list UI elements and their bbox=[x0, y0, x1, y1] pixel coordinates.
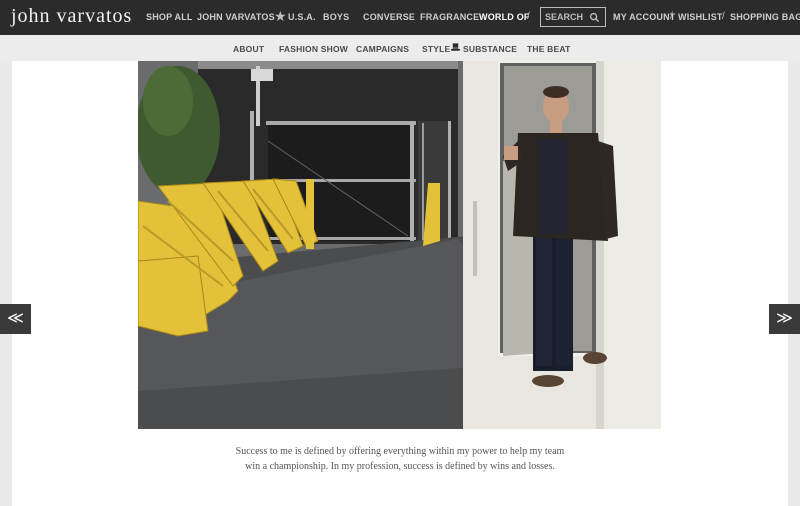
subnav-about[interactable]: ABOUT bbox=[233, 44, 264, 54]
search-icon[interactable] bbox=[589, 12, 600, 23]
search-box[interactable]: SEARCH bbox=[540, 7, 606, 27]
top-nav-bar: john varvatos SHOP ALL JOHN VARVATOS ★ U… bbox=[0, 0, 800, 35]
nav-boys[interactable]: BOYS bbox=[323, 12, 349, 22]
subnav-the-beat[interactable]: THE BEAT bbox=[527, 44, 570, 54]
sub-nav-bar: ABOUT FASHION SHOW CAMPAIGNS STYLE SUBST… bbox=[0, 35, 800, 61]
nav-converse[interactable]: CONVERSE bbox=[363, 12, 415, 22]
nav-separator: / bbox=[527, 11, 530, 22]
caption-line-2: win a championship. In my profession, su… bbox=[245, 461, 555, 472]
subnav-substance[interactable]: SUBSTANCE bbox=[463, 44, 517, 54]
nav-shop-all[interactable]: SHOP ALL bbox=[146, 12, 193, 22]
my-account-link[interactable]: MY ACCOUNT bbox=[613, 12, 676, 22]
nav-world-of[interactable]: WORLD OF bbox=[479, 12, 530, 22]
subnav-fashion-show[interactable]: FASHION SHOW bbox=[279, 44, 348, 54]
subnav-campaigns[interactable]: CAMPAIGNS bbox=[356, 44, 409, 54]
nav-separator: / bbox=[670, 11, 673, 22]
photo-caption: Success to me is defined by offering eve… bbox=[180, 444, 620, 474]
double-chevron-right-icon: ≫ bbox=[776, 310, 793, 327]
brand-logo[interactable]: john varvatos bbox=[11, 5, 132, 28]
nav-usa[interactable]: U.S.A. bbox=[288, 12, 316, 22]
shopping-bag-link[interactable]: SHOPPING BAG bbox=[730, 12, 800, 22]
campaign-photo bbox=[138, 61, 661, 429]
nav-fragrance[interactable]: FRAGRANCE bbox=[420, 12, 479, 22]
previous-slide-button[interactable]: ≪ bbox=[0, 304, 31, 334]
nav-john-varvatos[interactable]: JOHN VARVATOS bbox=[197, 12, 275, 22]
search-input[interactable]: SEARCH bbox=[545, 12, 583, 22]
double-chevron-left-icon: ≪ bbox=[7, 310, 24, 327]
wishlist-link[interactable]: WISHLIST bbox=[678, 12, 723, 22]
caption-line-1: Success to me is defined by offering eve… bbox=[235, 446, 565, 457]
next-slide-button[interactable]: ≫ bbox=[769, 304, 800, 334]
star-icon: ★ bbox=[274, 8, 287, 24]
nav-separator: / bbox=[722, 11, 725, 22]
top-hat-icon bbox=[450, 43, 461, 51]
subnav-style[interactable]: STYLE bbox=[422, 44, 450, 54]
